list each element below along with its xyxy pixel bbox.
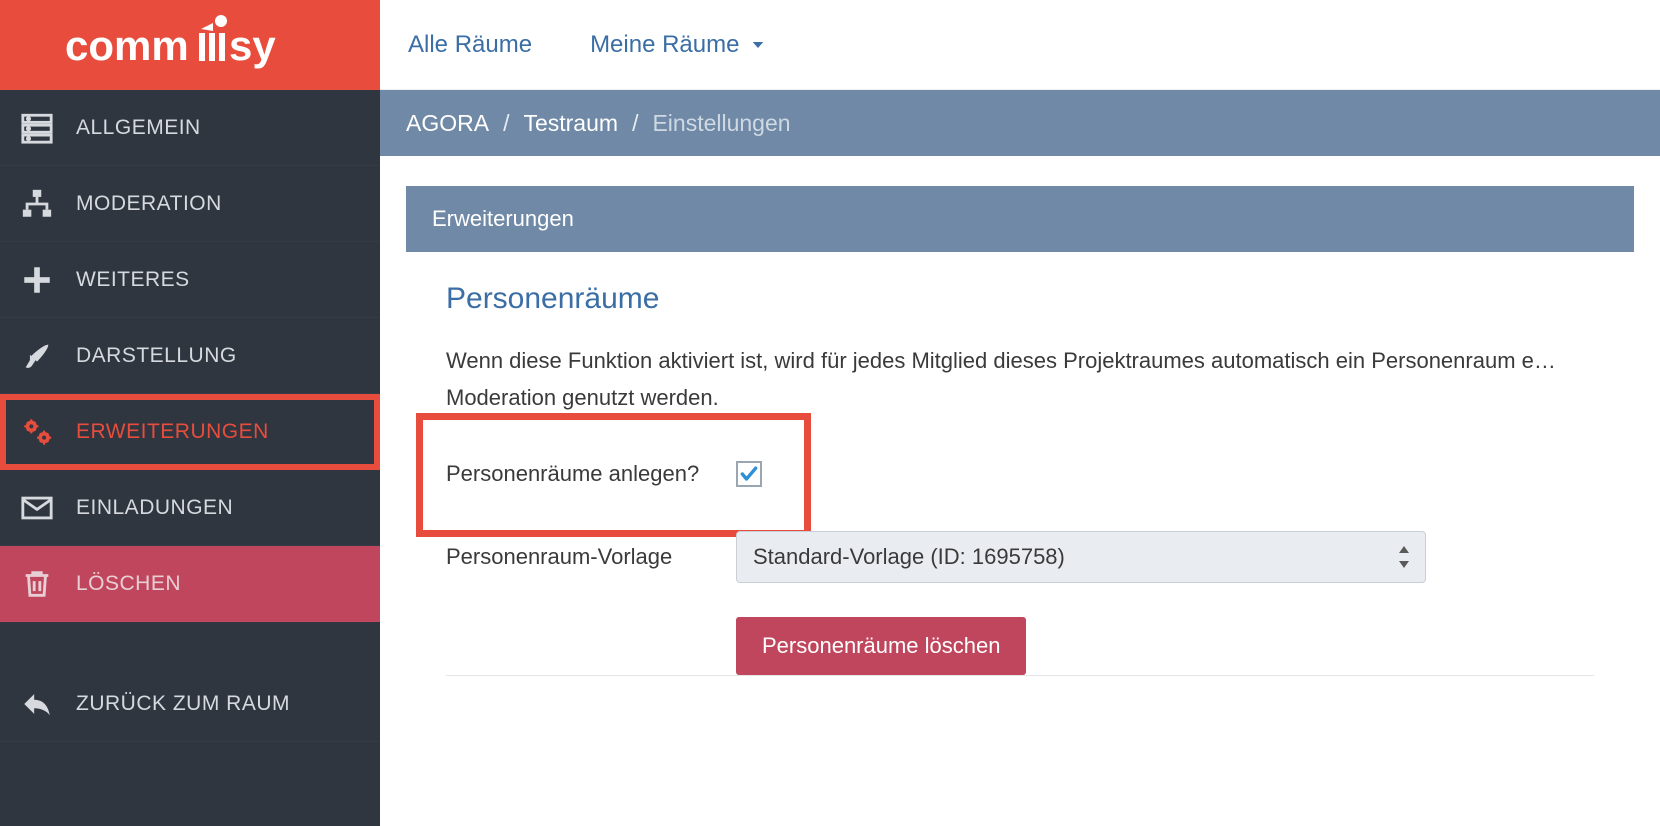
- form-row-create: Personenräume anlegen?: [446, 461, 1594, 487]
- panel-body: Personenräume Wenn diese Funktion aktivi…: [406, 252, 1634, 676]
- trash-icon: [20, 567, 54, 601]
- sidebar-item-moderation[interactable]: MODERATION: [0, 166, 380, 242]
- sidebar-item-label: EINLADUNGEN: [76, 496, 233, 520]
- panel-header: Erweiterungen: [406, 186, 1634, 252]
- sidebar-item-einladungen[interactable]: EINLADUNGEN: [0, 470, 380, 546]
- reply-icon: [20, 687, 54, 721]
- delete-rooms-button[interactable]: Personenräume löschen: [736, 617, 1026, 675]
- top-nav: Alle Räume Meine Räume: [380, 0, 1660, 90]
- form-row-template: Personenraum-Vorlage Standard-Vorlage (I…: [446, 531, 1594, 583]
- envelope-icon: [20, 491, 54, 525]
- breadcrumb: AGORA / Testraum / Einstellungen: [380, 90, 1660, 156]
- button-row: Personenräume löschen: [446, 617, 1594, 676]
- sidebar-item-weiteres[interactable]: WEITERES: [0, 242, 380, 318]
- commsy-logo: comm sy: [65, 15, 315, 75]
- nav-my-rooms-label: Meine Räume: [590, 31, 739, 59]
- template-select-value: Standard-Vorlage (ID: 1695758): [753, 544, 1065, 570]
- sidebar-item-label: DARSTELLUNG: [76, 344, 237, 368]
- breadcrumb-separator: /: [632, 110, 638, 137]
- sidebar-item-label: ALLGEMEIN: [76, 116, 201, 140]
- chevron-down-icon: [749, 36, 767, 54]
- section-title: Personenräume: [446, 282, 1594, 316]
- template-label: Personenraum-Vorlage: [446, 544, 736, 570]
- nav-all-rooms[interactable]: Alle Räume: [408, 31, 532, 59]
- sidebar-item-loeschen[interactable]: LÖSCHEN: [0, 546, 380, 622]
- sidebar-footer-nav: ZURÜCK ZUM RAUM: [0, 666, 380, 742]
- plus-icon: [20, 263, 54, 297]
- sidebar-item-label: ZURÜCK ZUM RAUM: [76, 692, 290, 716]
- updown-icon: [1397, 546, 1411, 568]
- section-description: Wenn diese Funktion aktiviert ist, wird …: [446, 342, 1594, 417]
- sidebar-item-label: MODERATION: [76, 192, 222, 216]
- sidebar-item-allgemein[interactable]: ALLGEMEIN: [0, 90, 380, 166]
- breadcrumb-separator: /: [503, 110, 509, 137]
- sidebar: comm sy ALLGEMEIN MODERATION: [0, 0, 380, 826]
- create-rooms-label: Personenräume anlegen?: [446, 461, 736, 487]
- svg-text:comm: comm: [65, 22, 189, 69]
- svg-text:sy: sy: [229, 22, 276, 69]
- sitemap-icon: [20, 187, 54, 221]
- sidebar-item-darstellung[interactable]: DARSTELLUNG: [0, 318, 380, 394]
- breadcrumb-room[interactable]: Testraum: [523, 110, 618, 137]
- brush-icon: [20, 339, 54, 373]
- breadcrumb-root[interactable]: AGORA: [406, 110, 489, 137]
- sidebar-item-label: WEITERES: [76, 268, 190, 292]
- sidebar-item-label: LÖSCHEN: [76, 572, 181, 596]
- create-rooms-checkbox[interactable]: [736, 461, 762, 487]
- logo-bar: comm sy: [0, 0, 380, 90]
- sidebar-item-back[interactable]: ZURÜCK ZUM RAUM: [0, 666, 380, 742]
- sidebar-item-erweiterungen[interactable]: ERWEITERUNGEN: [0, 394, 380, 470]
- main: Alle Räume Meine Räume AGORA / Testraum …: [380, 0, 1660, 826]
- cogs-icon: [20, 415, 54, 449]
- check-icon: [739, 464, 759, 484]
- server-icon: [20, 111, 54, 145]
- panel-title: Erweiterungen: [432, 206, 574, 232]
- template-select[interactable]: Standard-Vorlage (ID: 1695758): [736, 531, 1426, 583]
- nav-my-rooms[interactable]: Meine Räume: [590, 31, 767, 59]
- content-area: Erweiterungen Personenräume Wenn diese F…: [380, 156, 1660, 826]
- sidebar-item-label: ERWEITERUNGEN: [76, 420, 269, 444]
- sidebar-nav: ALLGEMEIN MODERATION WEITERES DARSTELLUN…: [0, 90, 380, 622]
- breadcrumb-page: Einstellungen: [652, 110, 790, 137]
